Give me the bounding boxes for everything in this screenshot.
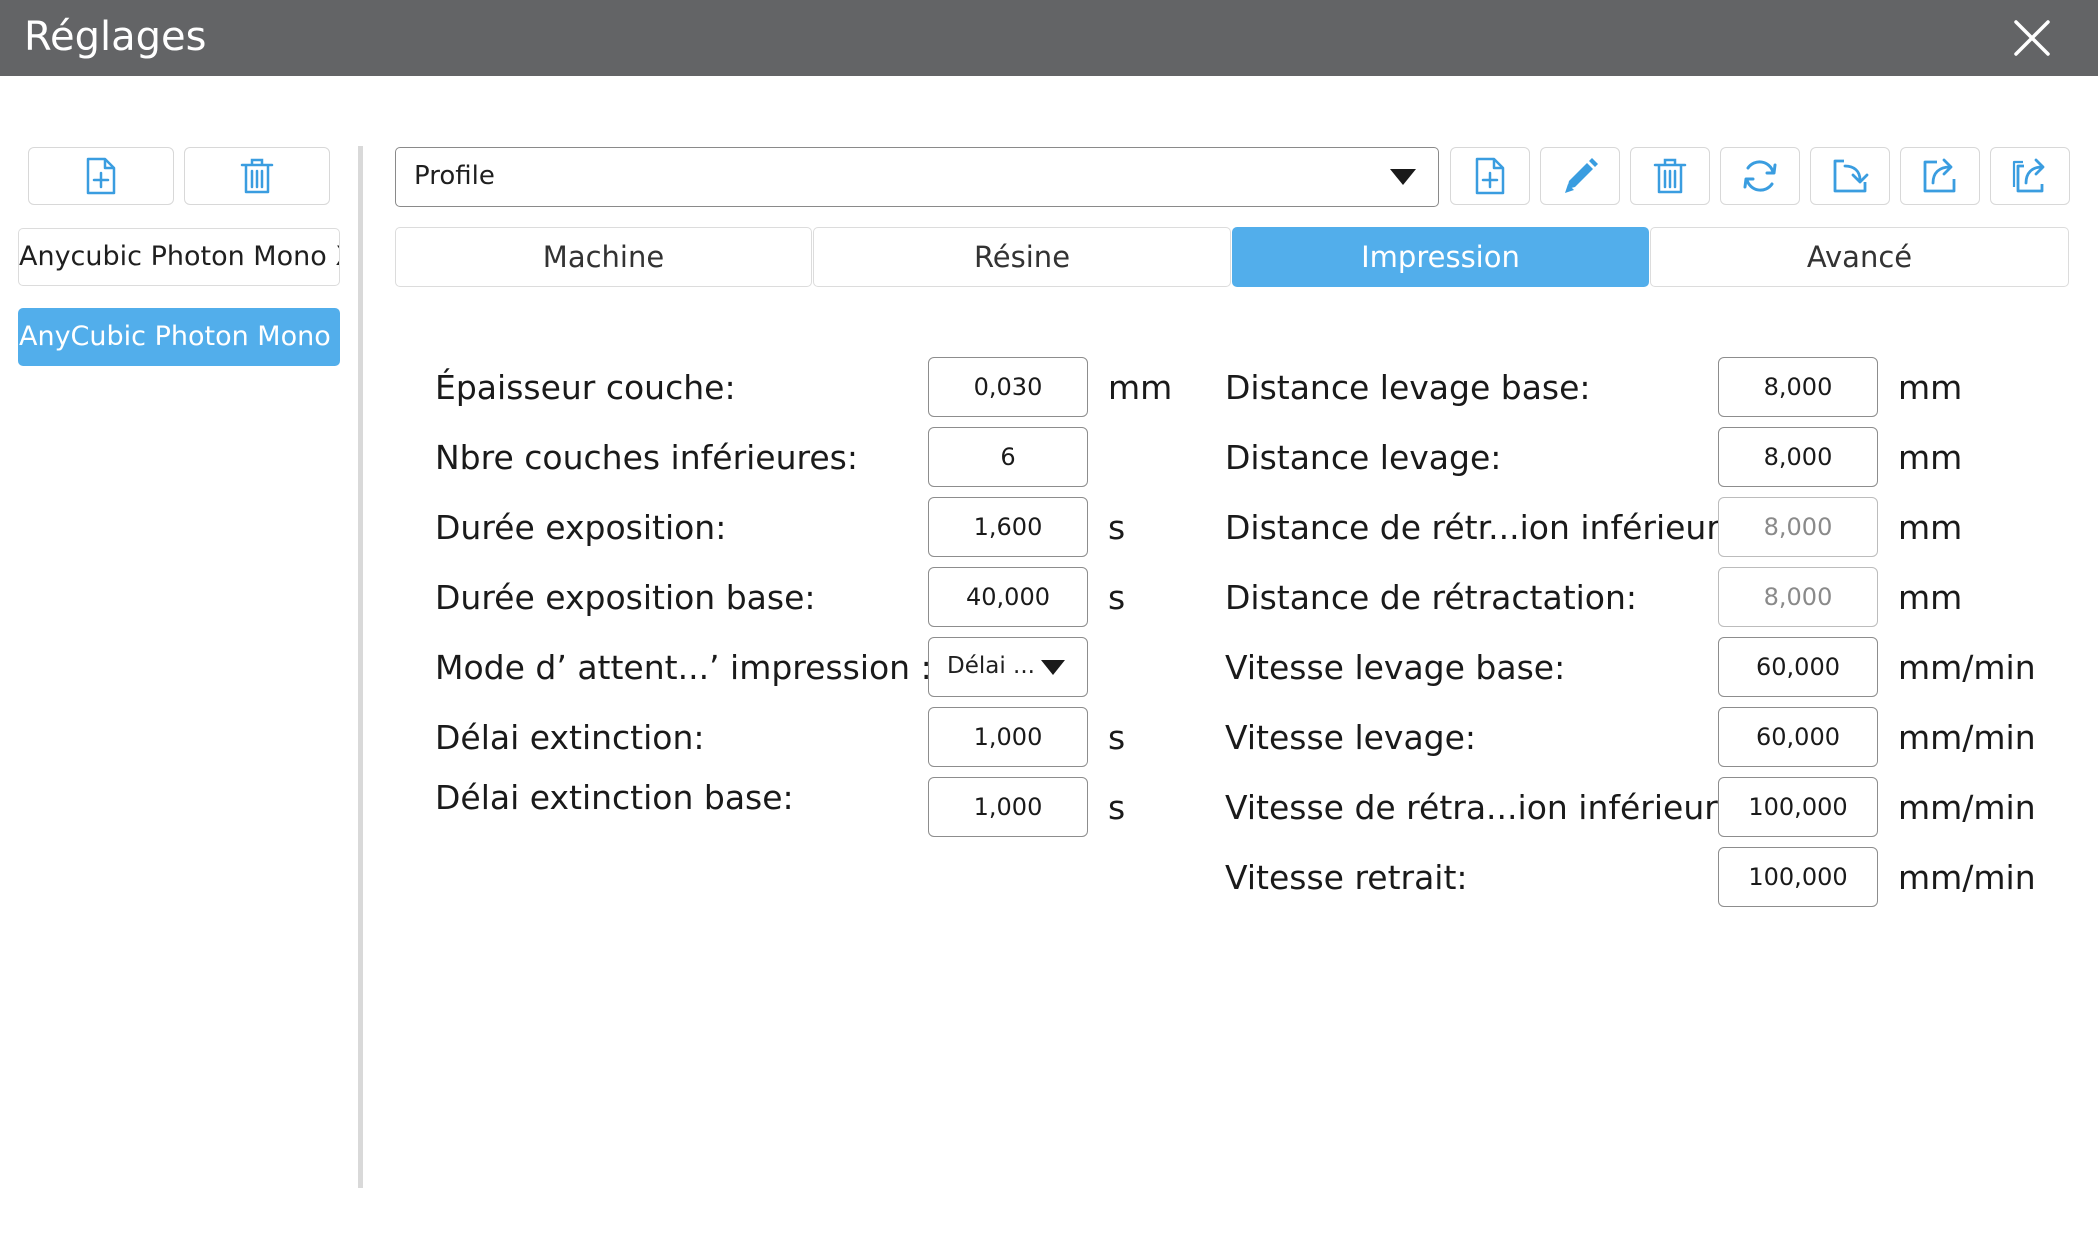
retract-speed-input[interactable] <box>1718 847 1878 907</box>
bottom-exposure-input[interactable] <box>928 567 1088 627</box>
bottom-retract-distance-unit: mm <box>1898 508 1963 547</box>
tab-machine[interactable]: Machine <box>395 227 812 287</box>
new-file-icon <box>1473 157 1507 195</box>
title-bar: Réglages <box>0 0 2098 76</box>
tab-avance[interactable]: Avancé <box>1650 227 2069 287</box>
lift-speed-unit: mm/min <box>1898 718 2036 757</box>
layer-thickness-unit: mm <box>1108 368 1173 407</box>
lift-distance-unit: mm <box>1898 438 1963 477</box>
exposure-time-unit: s <box>1108 508 1126 547</box>
profile-list-item-selected[interactable]: AnyCubic Photon Mono X <box>18 308 340 366</box>
exposure-time-label: Durée exposition: <box>435 508 727 547</box>
trash-icon <box>1652 157 1688 195</box>
wait-mode-value: Délai ... <box>947 653 1035 679</box>
bottom-light-off-delay-input[interactable] <box>928 777 1088 837</box>
tab-resine[interactable]: Résine <box>813 227 1231 287</box>
close-icon[interactable] <box>2008 14 2056 62</box>
tab-impression[interactable]: Impression <box>1232 227 1649 287</box>
reset-button[interactable] <box>1720 147 1800 205</box>
rename-profile-button[interactable] <box>1540 147 1620 205</box>
bottom-lift-distance-label: Distance levage base: <box>1225 368 1591 407</box>
bottom-light-off-delay-label: Délai extinction base: <box>435 778 794 817</box>
bottom-lift-distance-unit: mm <box>1898 368 1963 407</box>
bottom-lift-speed-unit: mm/min <box>1898 648 2036 687</box>
exposure-time-input[interactable] <box>928 497 1088 557</box>
export-all-icon <box>2010 156 2050 196</box>
bottom-retract-speed-label: Vitesse de rétra...ion inférieure : <box>1225 788 1759 827</box>
light-off-delay-unit: s <box>1108 718 1126 757</box>
export-all-button[interactable] <box>1990 147 2070 205</box>
import-button[interactable] <box>1810 147 1890 205</box>
bottom-lift-speed-input[interactable] <box>1718 637 1878 697</box>
bottom-retract-distance-label: Distance de rétr...ion inférieure : <box>1225 508 1762 547</box>
sidebar-divider <box>358 146 363 1188</box>
retract-speed-label: Vitesse retrait: <box>1225 858 1468 897</box>
trash-icon <box>239 157 275 195</box>
wait-mode-label: Mode d’ attent...’ impression : <box>435 648 932 687</box>
retract-distance-label: Distance de rétractation: <box>1225 578 1638 617</box>
bottom-light-off-delay-unit: s <box>1108 788 1126 827</box>
bottom-retract-speed-unit: mm/min <box>1898 788 2036 827</box>
chevron-down-icon <box>1390 169 1416 185</box>
wait-mode-select[interactable]: Délai ... <box>928 637 1088 697</box>
bottom-exposure-label: Durée exposition base: <box>435 578 816 617</box>
delete-button[interactable] <box>1630 147 1710 205</box>
export-button[interactable] <box>1900 147 1980 205</box>
lift-speed-label: Vitesse levage: <box>1225 718 1477 757</box>
chevron-down-icon <box>1041 660 1065 675</box>
layer-thickness-input[interactable] <box>928 357 1088 417</box>
bottom-lift-speed-label: Vitesse levage base: <box>1225 648 1566 687</box>
export-icon <box>1920 156 1960 196</box>
bottom-exposure-unit: s <box>1108 578 1126 617</box>
window-title: Réglages <box>24 14 207 60</box>
bottom-retract-distance-input <box>1718 497 1878 557</box>
import-icon <box>1830 156 1870 196</box>
retract-distance-input <box>1718 567 1878 627</box>
pencil-icon <box>1561 157 1599 195</box>
bottom-retract-speed-input[interactable] <box>1718 777 1878 837</box>
profile-select-value: Profile <box>414 161 495 191</box>
bottom-lift-distance-input[interactable] <box>1718 357 1878 417</box>
bottom-layers-input[interactable] <box>928 427 1088 487</box>
lift-speed-input[interactable] <box>1718 707 1878 767</box>
refresh-icon <box>1740 156 1780 196</box>
new-profile-button[interactable] <box>1450 147 1530 205</box>
light-off-delay-label: Délai extinction: <box>435 718 705 757</box>
profile-select[interactable]: Profile <box>395 147 1439 207</box>
new-file-icon <box>84 157 118 195</box>
layer-thickness-label: Épaisseur couche: <box>435 368 736 407</box>
delete-profile-button[interactable] <box>184 147 330 205</box>
retract-distance-unit: mm <box>1898 578 1963 617</box>
lift-distance-input[interactable] <box>1718 427 1878 487</box>
lift-distance-label: Distance levage: <box>1225 438 1502 477</box>
bottom-layers-label: Nbre couches inférieures: <box>435 438 858 477</box>
add-profile-button[interactable] <box>28 147 174 205</box>
retract-speed-unit: mm/min <box>1898 858 2036 897</box>
profile-list-item[interactable]: Anycubic Photon Mono X <box>18 228 340 286</box>
light-off-delay-input[interactable] <box>928 707 1088 767</box>
